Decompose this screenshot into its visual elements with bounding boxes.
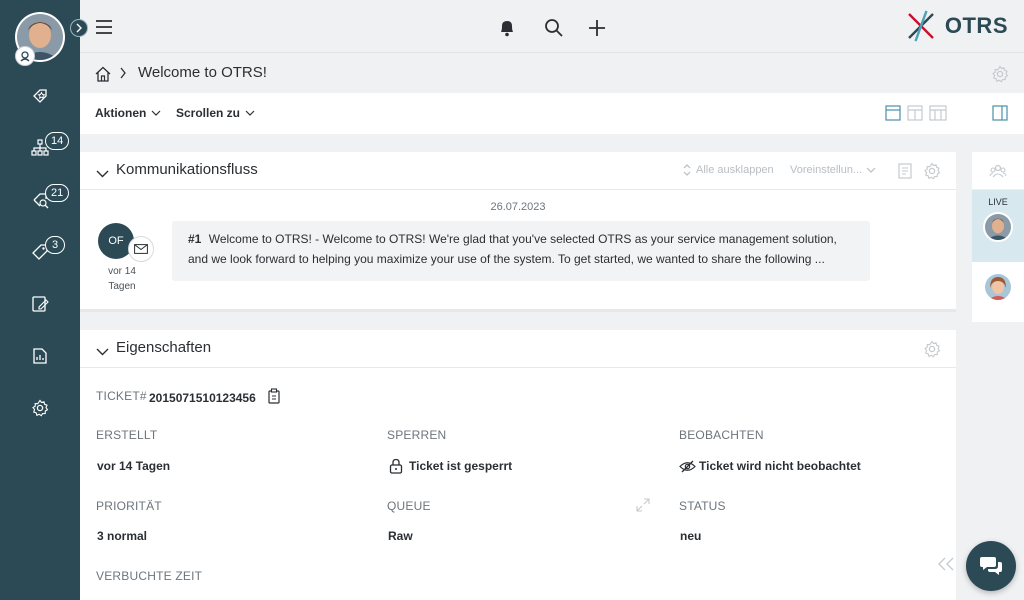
gear-icon	[31, 399, 49, 420]
ticket-number-label: TICKET#	[96, 389, 147, 403]
chevron-down-icon	[151, 110, 161, 116]
gear-icon[interactable]	[923, 340, 941, 361]
queue-label: QUEUE	[387, 499, 431, 513]
sidebar-item-new-ticket[interactable]	[0, 285, 80, 325]
age-line-2: Tagen	[108, 281, 136, 292]
badge-count: 14	[45, 132, 70, 150]
live-participant[interactable]: LIVE	[972, 190, 1024, 262]
page-title: Welcome to OTRS!	[138, 64, 267, 81]
email-icon	[128, 236, 154, 262]
participant[interactable]	[972, 262, 1024, 322]
message-number: #1	[188, 232, 202, 246]
status-value: neu	[680, 529, 702, 543]
logo-text: OTRS	[944, 13, 1008, 38]
badge-count: 21	[45, 184, 70, 202]
double-chevron-left-icon[interactable]	[936, 556, 956, 575]
top-header: OTRS	[80, 0, 1024, 53]
status-label: STATUS	[679, 499, 726, 513]
sidebar: 14 21 3	[0, 0, 88, 600]
home-icon[interactable]	[95, 66, 111, 85]
participants-icon[interactable]	[972, 152, 1024, 190]
queue-value: Raw	[388, 529, 413, 543]
lock-status: Ticket ist gesperrt	[409, 459, 513, 473]
priority-value: 3 normal	[97, 529, 148, 543]
report-icon	[31, 347, 49, 368]
expand-all-label: Alle ausklappen	[696, 164, 774, 176]
layout-single-icon[interactable]	[885, 105, 901, 124]
panel-header: Eigenschaften	[80, 330, 956, 368]
layout-columns-icon[interactable]	[929, 105, 947, 124]
presets-dropdown[interactable]: Voreinstellun...	[790, 164, 876, 176]
participant-avatar	[983, 212, 1013, 242]
ticket-number-value: 2015071510123456	[149, 388, 282, 407]
chat-button[interactable]	[966, 541, 1016, 591]
live-label: LIVE	[988, 197, 1008, 207]
eye-off-icon	[679, 460, 696, 472]
created-value: vor 14 Tagen	[97, 459, 171, 473]
expand-icon	[683, 164, 691, 176]
actions-label: Aktionen	[95, 106, 147, 120]
layout-split-icon[interactable]	[907, 105, 923, 124]
properties-panel: Eigenschaften TICKET# 2015071510123456 E…	[80, 330, 956, 600]
communication-panel: Kommunikationsfluss Alle ausklappen Vore…	[80, 152, 956, 312]
sidebar-item-tickets[interactable]: 3	[0, 233, 80, 273]
search-icon[interactable]	[544, 18, 564, 41]
filter-list-icon[interactable]	[896, 162, 914, 183]
chevron-down-icon[interactable]	[96, 344, 109, 359]
watch-status: Ticket wird nicht beobachtet	[699, 459, 861, 473]
lock-icon	[389, 458, 403, 474]
age-line-1: vor 14	[108, 266, 136, 277]
chat-bubbles-icon	[980, 557, 1002, 575]
badge-count: 3	[45, 236, 65, 254]
sidebar-item-dashboard[interactable]	[0, 77, 80, 117]
copy-clipboard-icon[interactable]	[266, 388, 282, 407]
time-accounted-label: VERBUCHTE ZEIT	[96, 569, 203, 583]
panel-header: Kommunikationsfluss Alle ausklappen Vore…	[80, 152, 956, 190]
sidebar-toggle-icon[interactable]	[70, 19, 88, 37]
lock-label: SPERREN	[387, 428, 447, 442]
actions-dropdown[interactable]: Aktionen	[95, 106, 161, 120]
action-bar: Aktionen Scrollen zu	[80, 93, 1024, 134]
chevron-down-icon[interactable]	[96, 166, 109, 181]
scroll-to-label: Scrollen zu	[176, 106, 241, 120]
watch-label: BEOBACHTEN	[679, 428, 764, 442]
chevron-right-icon	[119, 67, 127, 82]
menu-icon[interactable]	[95, 19, 113, 38]
gear-icon[interactable]	[991, 65, 1009, 86]
priority-label: PRIORITÄT	[96, 499, 162, 513]
sidebar-item-search[interactable]: 21	[0, 181, 80, 221]
presets-label: Voreinstellun...	[790, 164, 863, 176]
panel-title: Eigenschaften	[116, 339, 212, 356]
edit-note-icon	[31, 295, 49, 316]
message-age: vor 14 Tagen	[98, 264, 146, 294]
message-preview: Welcome to OTRS! - Welcome to OTRS! We'r…	[188, 232, 837, 266]
plus-icon[interactable]	[588, 18, 606, 41]
ticket-number: 2015071510123456	[149, 390, 256, 405]
date-separator: 26.07.2023	[490, 201, 546, 213]
created-label: ERSTELLT	[96, 428, 158, 442]
breadcrumb: Welcome to OTRS!	[80, 53, 1024, 93]
bell-icon[interactable]	[498, 18, 516, 41]
expand-arrows-icon[interactable]	[636, 498, 650, 515]
status-icon[interactable]	[15, 46, 35, 66]
sidebar-panel-icon[interactable]	[992, 105, 1008, 124]
participant-avatar	[983, 272, 1013, 302]
participants-rail: LIVE	[972, 152, 1024, 322]
expand-all-button[interactable]: Alle ausklappen	[682, 164, 774, 176]
panel-title: Kommunikationsfluss	[116, 161, 258, 178]
chevron-down-icon	[245, 110, 255, 116]
watch-value[interactable]: Ticket wird nicht beobachtet	[679, 459, 861, 473]
sidebar-item-reports[interactable]	[0, 337, 80, 377]
sidebar-item-admin[interactable]	[0, 389, 80, 429]
otrs-logo[interactable]: OTRS	[903, 8, 1008, 44]
logo-mark-icon	[908, 10, 934, 42]
chevron-down-icon	[866, 167, 876, 173]
gear-icon[interactable]	[923, 162, 941, 183]
message-bubble[interactable]: #1 Welcome to OTRS! - Welcome to OTRS! W…	[172, 221, 870, 281]
star-tag-icon	[31, 87, 49, 108]
lock-value[interactable]: Ticket ist gesperrt	[389, 458, 512, 474]
sidebar-item-organization[interactable]: 14	[0, 129, 80, 169]
scroll-to-dropdown[interactable]: Scrollen zu	[176, 106, 255, 120]
